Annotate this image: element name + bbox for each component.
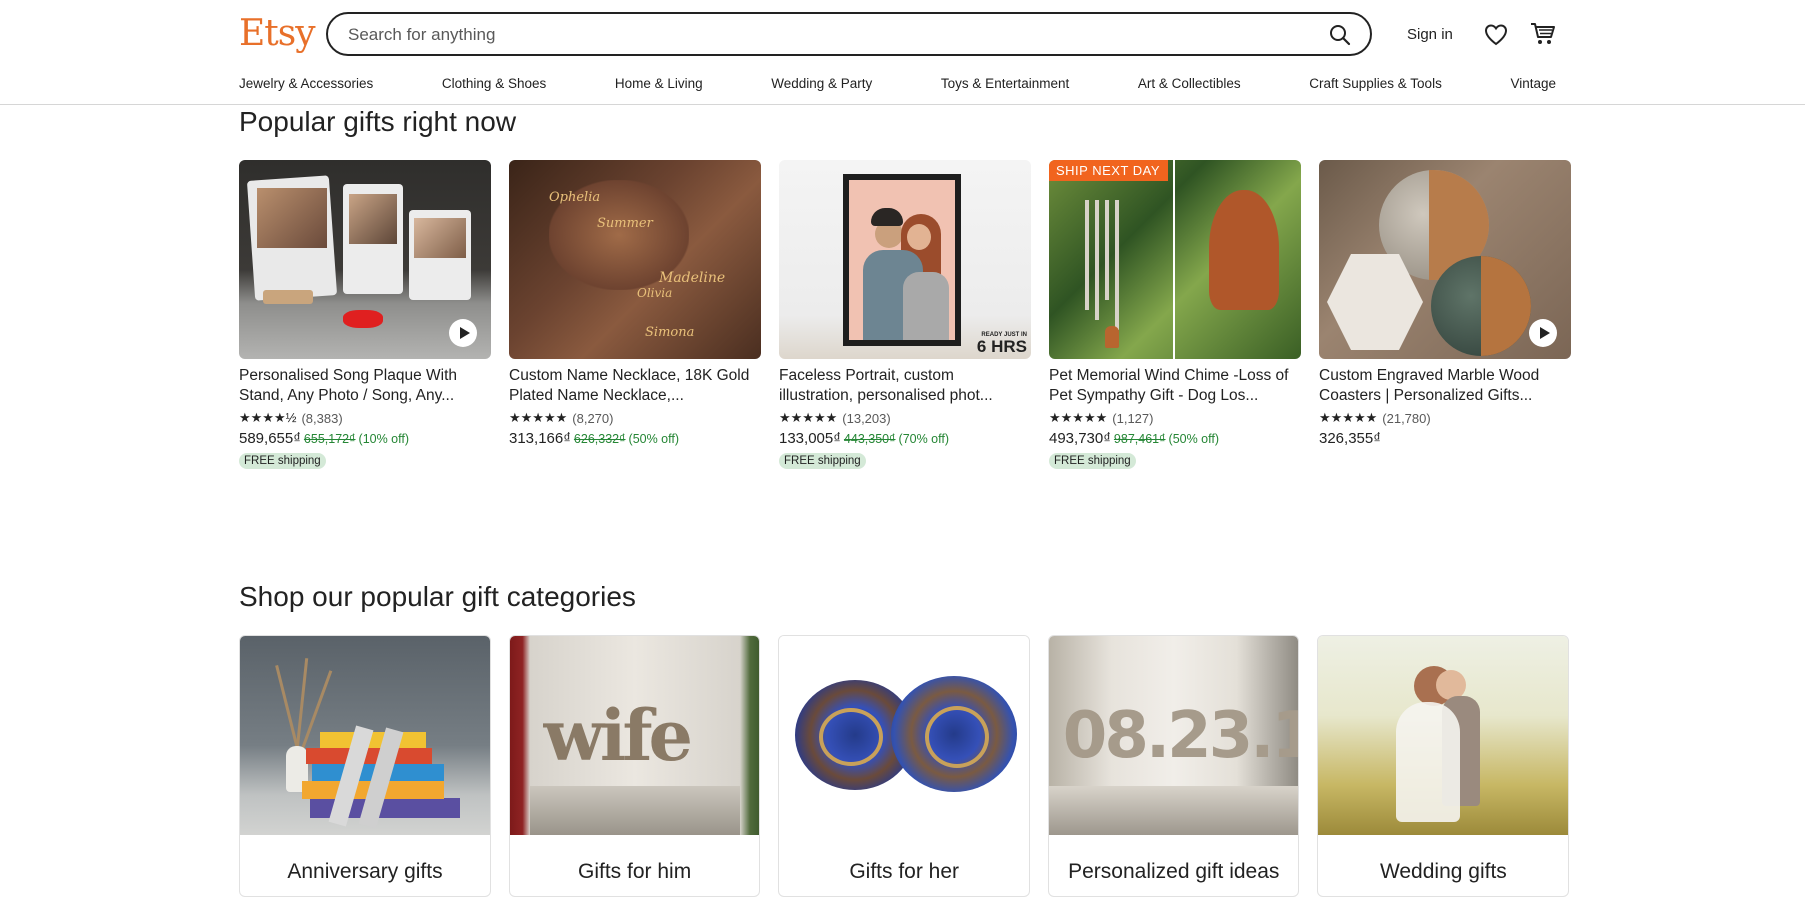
category-image: wife (509, 636, 760, 835)
nav-vintage[interactable]: Vintage (1510, 76, 1556, 91)
product-rating: ★★★★★ (8,270) (509, 410, 761, 426)
free-shipping-badge: FREE shipping (239, 453, 326, 469)
price-row: 493,730₫ 987,461₫ (50% off) (1049, 430, 1301, 450)
product-card[interactable]: Ophelia Summer Madeline Olivia Simona Cu… (509, 160, 761, 469)
sale-price: 493,730₫ (1049, 430, 1111, 447)
favorites-heart-icon[interactable] (1484, 24, 1508, 46)
original-price: 655,172₫ (303, 432, 356, 446)
star-rating-icon: ★★★★★ (779, 410, 838, 425)
category-image (779, 636, 1029, 835)
play-video-icon[interactable] (449, 319, 477, 347)
category-label: Anniversary gifts (287, 860, 443, 883)
nav-craft-supplies-tools[interactable]: Craft Supplies & Tools (1309, 76, 1442, 91)
original-price: 443,350₫ (843, 432, 896, 446)
product-image[interactable]: Ophelia Summer Madeline Olivia Simona (509, 160, 761, 359)
site-header: Etsy Sign in Jewelry & Accessories Cloth… (0, 0, 1805, 105)
product-card[interactable]: Custom Engraved Marble Wood Coasters | P… (1319, 160, 1571, 469)
category-card-her[interactable]: Gifts for her (778, 635, 1030, 897)
product-card[interactable]: Personalised Song Plaque With Stand, Any… (239, 160, 491, 469)
review-count: (13,203) (842, 410, 891, 426)
product-image[interactable] (239, 160, 491, 359)
category-label: Gifts for him (578, 860, 692, 883)
sale-price: 133,005₫ (779, 430, 841, 447)
product-title[interactable]: Personalised Song Plaque With Stand, Any… (239, 366, 491, 406)
product-image[interactable]: READY JUST IN 6 HRS (779, 160, 1031, 359)
review-count: (8,270) (572, 410, 614, 426)
category-card-anniversary[interactable]: Anniversary gifts (239, 635, 491, 897)
ready-badge-hours: 6 HRS (976, 337, 1027, 356)
price-row: 326,355₫ (1319, 430, 1571, 450)
popular-gifts-heading: Popular gifts right now (239, 106, 517, 137)
product-image[interactable]: SHIP NEXT DAY (1049, 160, 1301, 359)
review-count: (1,127) (1112, 410, 1154, 426)
star-rating-icon: ★★★★★ (1319, 410, 1378, 425)
category-card-personalized[interactable]: 08.23.14 Personalized gift ideas (1047, 635, 1300, 897)
category-card-wedding[interactable]: Wedding gifts (1317, 635, 1569, 897)
product-title[interactable]: Faceless Portrait, custom illustration, … (779, 366, 1031, 406)
price-row: 133,005₫ 443,350₫ (70% off) (779, 430, 1031, 450)
nav-wedding-party[interactable]: Wedding & Party (771, 76, 872, 91)
sale-price: 313,166₫ (509, 430, 571, 447)
category-label: Gifts for her (849, 860, 960, 883)
category-card-him[interactable]: wife Gifts for him (508, 635, 761, 897)
category-nav: Jewelry & Accessories Clothing & Shoes H… (239, 76, 1556, 91)
product-rating: ★★★★★ (1,127) (1049, 410, 1301, 426)
etsy-logo[interactable]: Etsy (239, 12, 316, 56)
search-bar (326, 12, 1372, 56)
free-shipping-badge: FREE shipping (779, 453, 866, 469)
category-image: 08.23.14 (1048, 636, 1299, 835)
discount-percent: (70% off) (898, 432, 950, 446)
product-rating: ★★★★★ (13,203) (779, 410, 1031, 426)
nav-home-living[interactable]: Home & Living (615, 76, 703, 91)
gift-categories-list: Anniversary gifts wife Gifts for him Gif… (239, 635, 1569, 897)
product-card[interactable]: READY JUST IN 6 HRS Faceless Portrait, c… (779, 160, 1031, 469)
star-rating-icon: ★★★★½ (239, 410, 297, 425)
play-video-icon[interactable] (1529, 319, 1557, 347)
sale-price: 589,655₫ (239, 430, 301, 447)
gift-categories-heading: Shop our popular gift categories (239, 581, 636, 612)
cart-icon[interactable] (1530, 22, 1556, 46)
product-title[interactable]: Custom Name Necklace, 18K Gold Plated Na… (509, 366, 761, 406)
ship-next-day-badge: SHIP NEXT DAY (1049, 160, 1169, 181)
product-rating: ★★★★½ (8,383) (239, 410, 491, 426)
price-row: 589,655₫ 655,172₫ (10% off) (239, 430, 491, 450)
product-card[interactable]: SHIP NEXT DAY Pet Memorial Wind Chime -L… (1049, 160, 1301, 469)
star-rating-icon: ★★★★★ (509, 410, 568, 425)
nav-jewelry-accessories[interactable]: Jewelry & Accessories (239, 76, 373, 91)
category-label: Wedding gifts (1379, 860, 1507, 883)
original-price: 626,332₫ (573, 432, 626, 446)
sale-price: 326,355₫ (1319, 430, 1381, 447)
search-icon[interactable] (1328, 23, 1352, 47)
category-image (1318, 636, 1568, 835)
discount-percent: (50% off) (628, 432, 680, 446)
search-input[interactable] (346, 23, 1300, 47)
discount-percent: (50% off) (1168, 432, 1220, 446)
popular-gifts-list: Personalised Song Plaque With Stand, Any… (239, 160, 1571, 469)
product-rating: ★★★★★ (21,780) (1319, 410, 1571, 426)
free-shipping-badge: FREE shipping (1049, 453, 1136, 469)
category-label: Personalized gift ideas (1068, 860, 1280, 883)
original-price: 987,461₫ (1113, 432, 1166, 446)
discount-percent: (10% off) (358, 432, 410, 446)
category-image (240, 636, 490, 835)
price-row: 313,166₫ 626,332₫ (50% off) (509, 430, 761, 450)
product-title[interactable]: Pet Memorial Wind Chime -Loss of Pet Sym… (1049, 366, 1301, 406)
review-count: (8,383) (301, 410, 343, 426)
nav-toys-entertainment[interactable]: Toys & Entertainment (941, 76, 1069, 91)
sign-in-link[interactable]: Sign in (1407, 26, 1453, 43)
star-rating-icon: ★★★★★ (1049, 410, 1108, 425)
review-count: (21,780) (1382, 410, 1431, 426)
product-title[interactable]: Custom Engraved Marble Wood Coasters | P… (1319, 366, 1571, 406)
nav-clothing-shoes[interactable]: Clothing & Shoes (442, 76, 546, 91)
nav-art-collectibles[interactable]: Art & Collectibles (1138, 76, 1241, 91)
product-image[interactable] (1319, 160, 1571, 359)
